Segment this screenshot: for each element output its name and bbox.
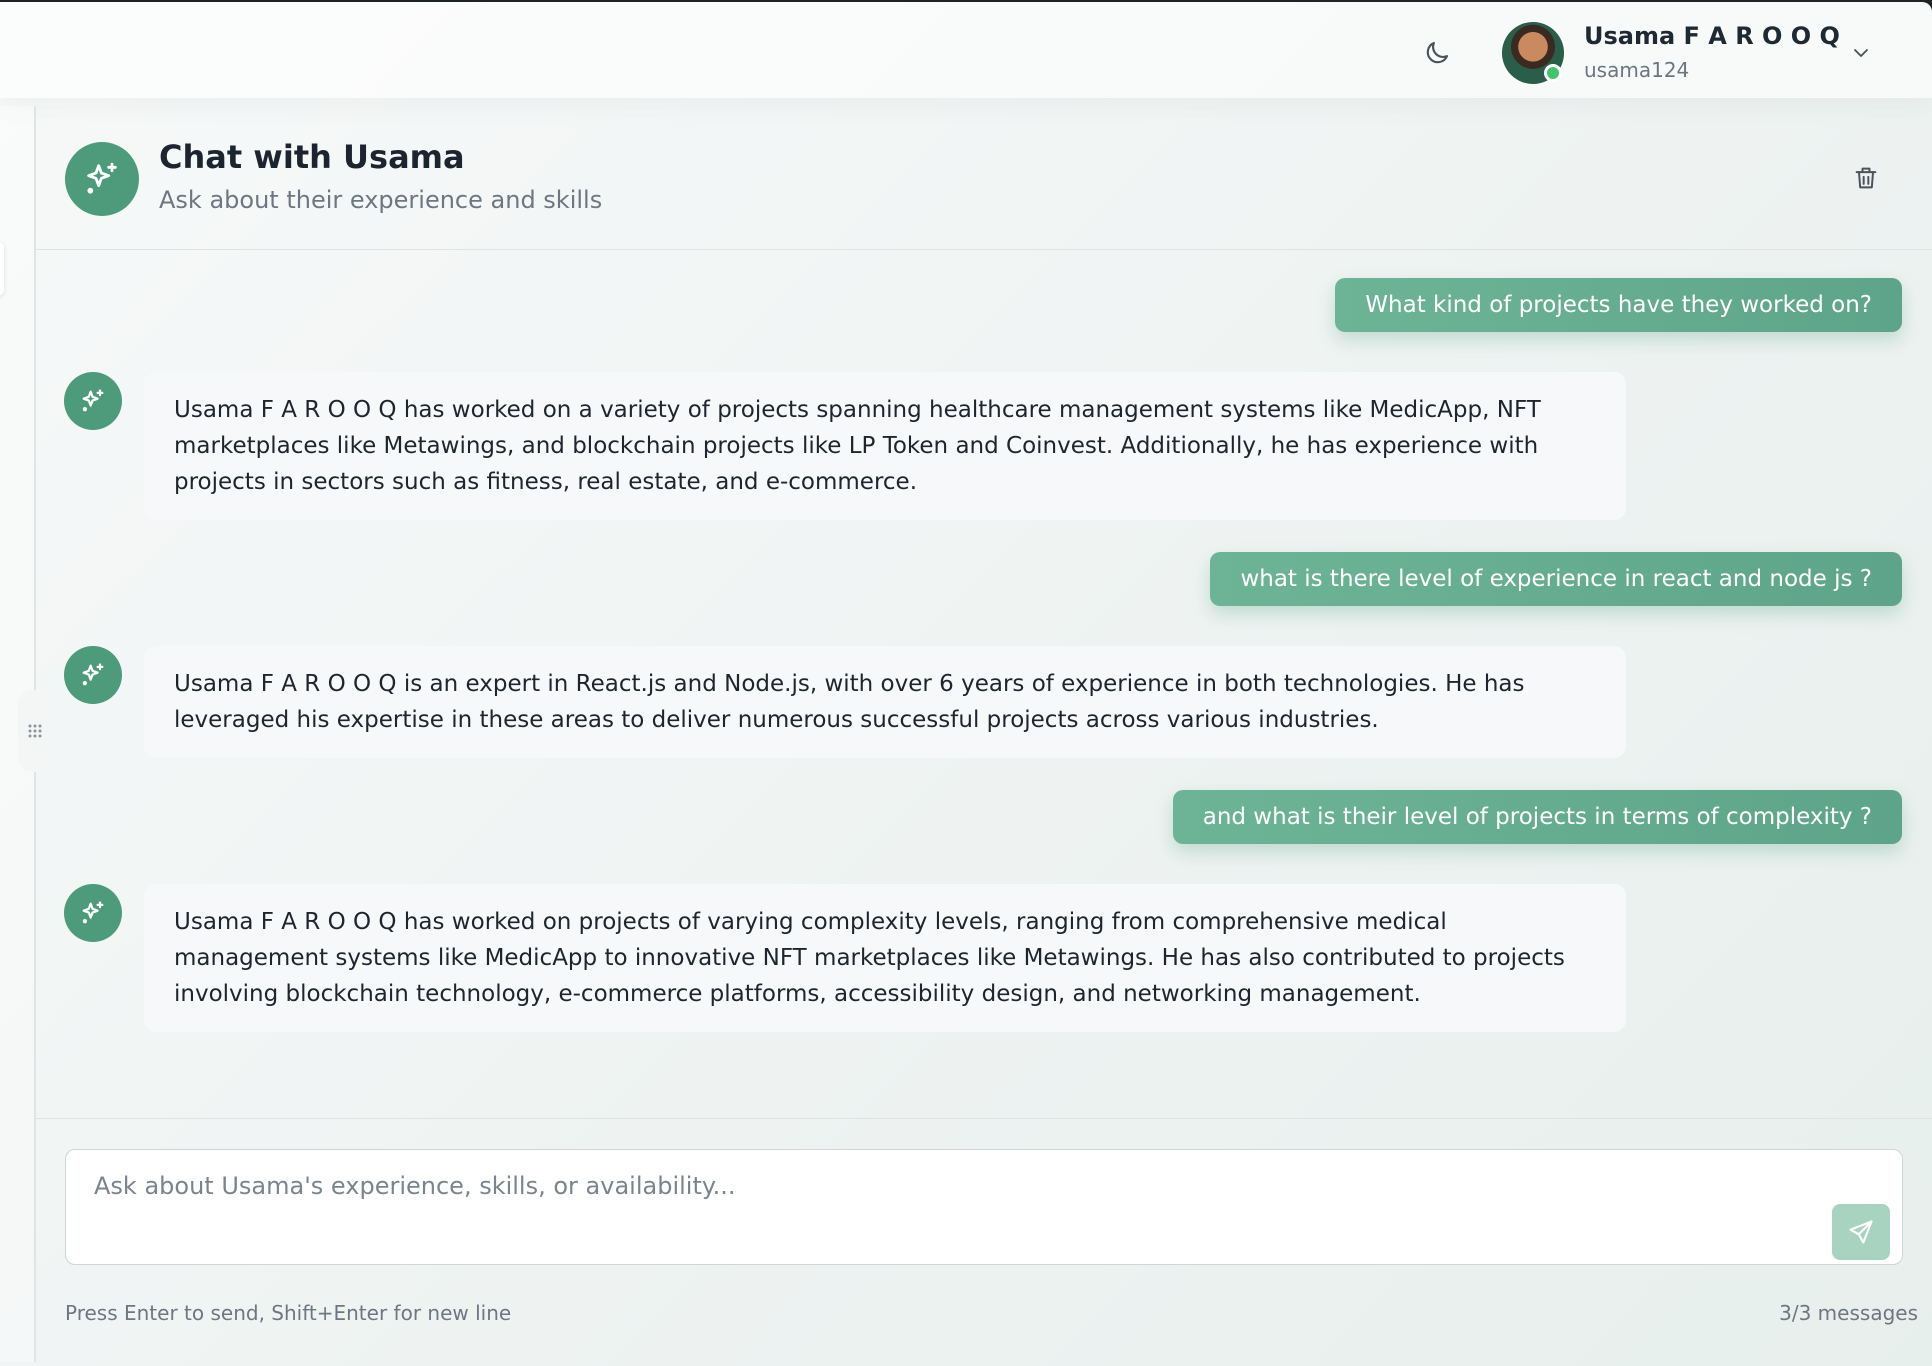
chevron-down-icon [1854, 49, 1868, 57]
user-message: What kind of projects have they worked o… [1335, 278, 1902, 332]
trash-icon [1855, 167, 1877, 189]
top-bar: Usama F A R O O Q usama124 [0, 2, 1932, 98]
moon-icon [1426, 41, 1449, 64]
send-button[interactable] [1832, 1204, 1890, 1260]
assistant-avatar [64, 372, 122, 430]
keyboard-hint: Press Enter to send, Shift+Enter for new… [65, 1301, 512, 1325]
user-name: Usama F A R O O Q [1584, 22, 1840, 50]
message-composer: Press Enter to send, Shift+Enter for new… [36, 1118, 1932, 1366]
assistant-message: Usama F A R O O Q is an expert in React.… [144, 646, 1626, 758]
assistant-avatar [64, 884, 122, 942]
send-icon [1849, 1220, 1873, 1244]
message-count: 3/3 messages [1779, 1301, 1918, 1325]
sparkles-icon [87, 162, 117, 194]
avatar[interactable] [1502, 22, 1564, 84]
app-window: Usama F A R O O Q usama124 Chat with Usa… [0, 2, 1932, 1366]
chat-subtitle: Ask about their experience and skills [159, 186, 603, 214]
assistant-message: Usama F A R O O Q has worked on a variet… [144, 372, 1626, 520]
theme-toggle-button[interactable] [1418, 34, 1456, 72]
chat-title: Chat with Usama [159, 138, 465, 176]
sparkles-icon [82, 663, 104, 686]
sidebar-card-edge [0, 242, 4, 296]
clear-chat-button[interactable] [1846, 158, 1886, 198]
user-handle: usama124 [1584, 58, 1690, 82]
message-input-box [65, 1149, 1903, 1265]
online-status-dot [1544, 64, 1562, 82]
assistant-avatar [64, 646, 122, 704]
user-message: what is there level of experience in rea… [1210, 552, 1902, 606]
assistant-message: Usama F A R O O Q has worked on projects… [144, 884, 1626, 1032]
user-message: and what is their level of projects in t… [1172, 790, 1902, 844]
message-input[interactable] [66, 1150, 1902, 1264]
sparkles-icon [82, 389, 104, 412]
assistant-avatar [65, 142, 139, 216]
message-list: What kind of projects have they worked o… [36, 250, 1932, 1118]
chat-header: Chat with Usama Ask about their experien… [36, 106, 1932, 250]
sparkles-icon [82, 901, 104, 924]
user-menu-button[interactable] [1846, 38, 1876, 68]
